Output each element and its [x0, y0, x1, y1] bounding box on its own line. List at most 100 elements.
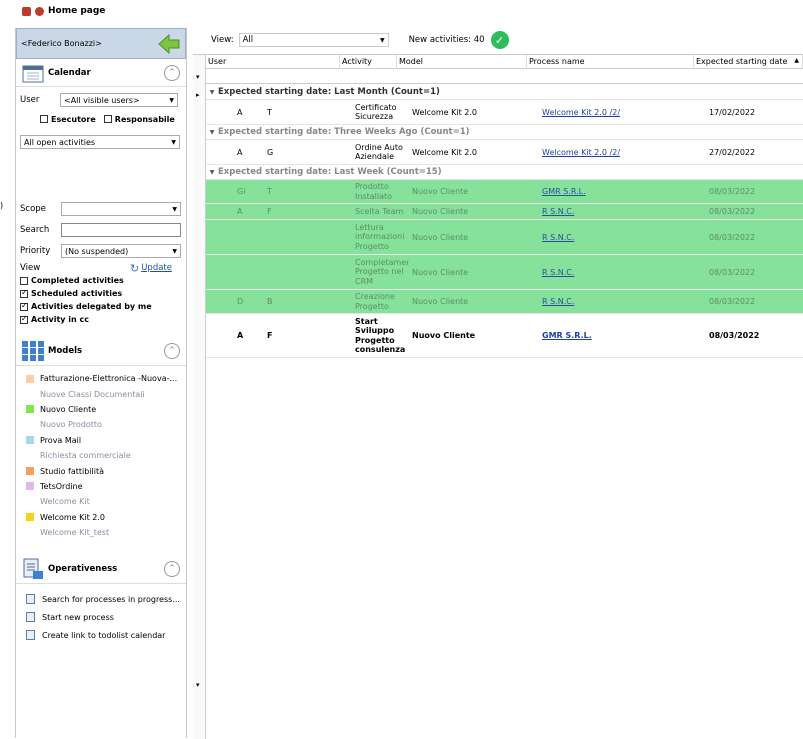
column-header-activity[interactable]: Activity [340, 55, 397, 69]
model-item[interactable]: Welcome Kit_test [16, 525, 186, 540]
column-header-user[interactable]: User [206, 55, 340, 69]
responsabile-checkbox[interactable] [103, 115, 112, 123]
cell-process-name-text[interactable]: GMR S.R.L. [542, 187, 586, 196]
new-activities-count: New activities: 40 [408, 35, 485, 45]
view-check-row[interactable]: Scheduled activities [16, 287, 186, 300]
group-row[interactable]: ▼ Expected starting date: Last Month (Cou… [206, 85, 803, 100]
update-button[interactable]: ↻ Update [130, 262, 172, 275]
cell-expected-date: 08/03/2022 [706, 233, 803, 242]
view-check-row[interactable]: Completed activities [16, 274, 186, 287]
cell-process-name[interactable]: Welcome Kit 2.0 /2/ [539, 108, 706, 117]
operativeness-item-label: Start new process [42, 612, 114, 622]
table-row[interactable]: Lettura informazioni Progetto Nuovo Clien… [206, 220, 803, 255]
view-checkbox[interactable] [20, 276, 28, 285]
cell-process-name-text[interactable]: R S.N.C. [542, 297, 574, 306]
user-header: <Federico Bonazzi> [16, 28, 186, 59]
cell-process-name[interactable]: R S.N.C. [539, 207, 706, 216]
model-item[interactable]: Richiesta commerciale [16, 448, 186, 463]
view-checkbox[interactable] [20, 301, 28, 311]
cell-process-name-text[interactable]: R S.N.C. [542, 207, 574, 216]
cell-process-name[interactable]: GMR S.R.L. [539, 331, 706, 340]
group-expand-icon[interactable]: ▼ [206, 129, 218, 136]
grid-filter-row[interactable] [206, 69, 803, 84]
collapse-operativeness-icon[interactable]: ⌃ [164, 560, 180, 577]
cell-user: AG [234, 148, 352, 157]
cell-model: Nuovo Cliente [409, 207, 539, 216]
esecutore-checkbox[interactable] [40, 115, 48, 123]
scope-select[interactable]: ▼ [61, 202, 181, 216]
group-expand-icon[interactable]: ▼ [206, 169, 218, 176]
table-row[interactable]: Gi T Prodotto Installato Nuovo Cliente GMR S… [206, 180, 803, 204]
cell-model: Nuovo Cliente [409, 331, 539, 340]
cell-process-name[interactable]: R S.N.C. [539, 297, 706, 306]
operativeness-item[interactable]: Create link to todolist calendar [16, 626, 186, 644]
operativeness-item[interactable]: Start new process [16, 608, 186, 626]
cell-process-name-text[interactable]: Welcome Kit 2.0 /2/ [542, 148, 620, 157]
column-header-process-name[interactable]: Process name [527, 55, 694, 69]
table-row[interactable]: A T Certificato Sicurezza Welcome Kit 2.0 We… [206, 100, 803, 125]
cell-process-name[interactable]: GMR S.R.L. [539, 187, 706, 196]
calendar-section-header[interactable]: Calendar ⌃ [16, 59, 186, 87]
model-item[interactable]: Fatturazione-Elettronica -Nuova-... [16, 371, 186, 386]
operativeness-icon [23, 558, 43, 579]
operativeness-item[interactable]: Search for processes in progress... [16, 590, 186, 608]
expected-date-header-label: Expected starting date [696, 57, 788, 66]
model-item[interactable]: Prova Mail [16, 433, 186, 448]
user-initial: A [237, 207, 243, 216]
user-initial: T [267, 187, 272, 196]
model-item[interactable]: Welcome Kit [16, 494, 186, 509]
collapse-models-icon[interactable]: ⌃ [164, 342, 180, 359]
cell-process-name[interactable]: R S.N.C. [539, 268, 706, 277]
view-check-row[interactable]: Activity in cc [16, 313, 186, 326]
chevron-down-icon: ▼ [172, 247, 177, 255]
group-expand-icon[interactable]: ▼ [206, 89, 218, 96]
activities-filter-select[interactable]: All open activities ▼ [20, 135, 180, 149]
view-checkbox[interactable] [20, 288, 28, 298]
view-checkbox[interactable] [20, 314, 28, 324]
priority-select[interactable]: (No suspended) ▼ [61, 244, 181, 258]
view-filter-select[interactable]: All ▼ [238, 33, 389, 47]
back-arrow-icon[interactable] [157, 33, 181, 54]
cell-process-name-text[interactable]: R S.N.C. [542, 233, 574, 242]
cell-activity: Completamento Progetto nel CRM [352, 258, 409, 286]
cell-model: Nuovo Cliente [409, 187, 539, 196]
cell-process-name-text[interactable]: R S.N.C. [542, 268, 574, 277]
column-header-model[interactable]: Model [397, 55, 527, 69]
group-row[interactable]: ▼ Expected starting date: Three Weeks Ago… [206, 125, 803, 140]
priority-label: Priority [20, 246, 51, 256]
collapse-calendar-icon[interactable]: ⌃ [164, 64, 180, 81]
refresh-icon: ↻ [129, 261, 140, 275]
table-row[interactable]: Completamento Progetto nel CRMNuovo Clie… [206, 255, 803, 290]
model-item[interactable]: TetsOrdine [16, 479, 186, 494]
chevron-down-icon: ▼ [172, 205, 177, 213]
table-row[interactable]: A G Ordine Auto Aziendale Welcome Kit 2.0 We… [206, 140, 803, 165]
model-item[interactable]: Nuove Classi Documentali [16, 386, 186, 401]
main-panel: View: All ▼ New activities: 40 ✓ ▾ ▸ ▾ Us… [193, 28, 803, 739]
scroll-down-icon[interactable]: ▾ [196, 681, 200, 689]
cell-process-name-text[interactable]: GMR S.R.L. [542, 331, 592, 340]
column-header-expected-date[interactable]: Expected starting date ▲ [694, 55, 803, 69]
user-filter-select[interactable]: <All visible users> ▼ [60, 93, 178, 107]
table-row[interactable]: A F Scelta Team Nuovo Cliente R S.N.C. 08/03/… [206, 204, 803, 220]
model-item[interactable]: Welcome Kit 2.0 [16, 510, 186, 525]
current-user-name: <Federico Bonazzi> [21, 39, 102, 48]
model-color-swatch [26, 436, 34, 445]
view-check-row[interactable]: Activities delegated by me [16, 300, 186, 313]
cell-model: Nuovo Cliente [409, 233, 539, 242]
search-input[interactable] [61, 223, 181, 237]
table-row[interactable]: A F Start Sviluppo Progetto consulenza Nuov… [206, 314, 803, 358]
table-row[interactable]: D B Creazione Progetto Nuovo Cliente R S.N.C… [206, 290, 803, 314]
cell-process-name[interactable]: Welcome Kit 2.0 /2/ [539, 148, 706, 157]
checkmark-icon[interactable]: ✓ [490, 31, 509, 49]
model-item[interactable]: Studio fattibilità [16, 463, 186, 478]
cell-model-text: Welcome Kit 2.0 [412, 107, 478, 117]
model-item[interactable]: Nuovo Prodotto [16, 417, 186, 432]
cell-process-name[interactable]: R S.N.C. [539, 233, 706, 242]
model-item[interactable]: Nuovo Cliente [16, 402, 186, 417]
group-row[interactable]: ▼ Expected starting date: Last Week (Coun… [206, 165, 803, 180]
cell-process-name-text[interactable]: Welcome Kit 2.0 /2/ [542, 108, 620, 117]
models-section-header[interactable]: Models ⌃ [16, 336, 186, 366]
operativeness-section-header[interactable]: Operativeness ⌃ [16, 554, 186, 585]
sort-ascending-icon: ▲ [794, 57, 799, 64]
update-link[interactable]: Update [141, 263, 172, 273]
